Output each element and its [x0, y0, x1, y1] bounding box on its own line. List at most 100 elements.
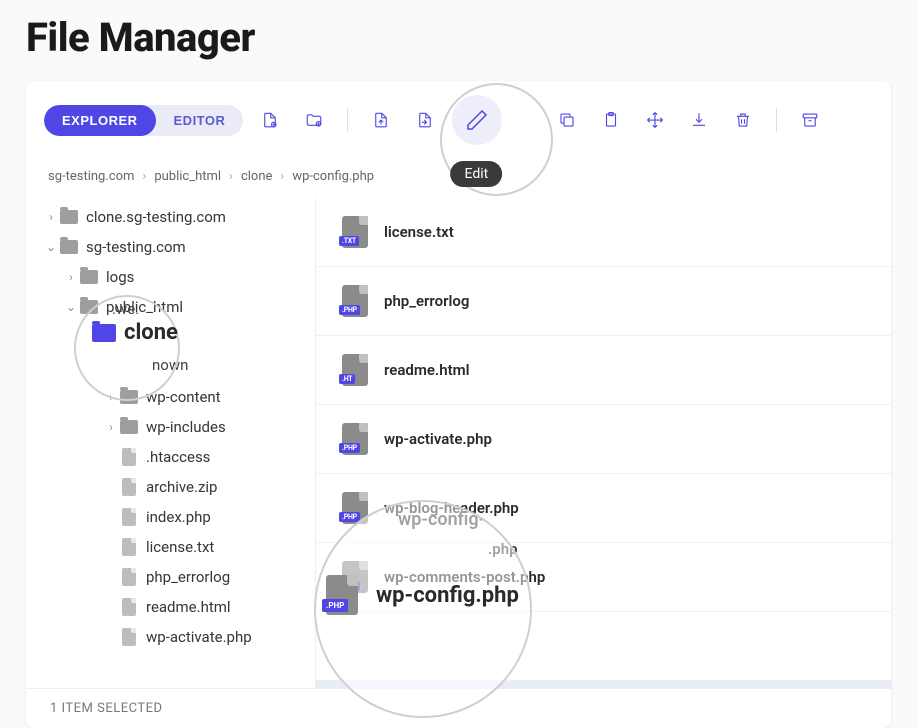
ext-badge: .PHP: [339, 443, 360, 453]
folder-tree: › clone.sg-testing.com ⌄ sg-testing.com › log…: [26, 198, 316, 688]
tree-file[interactable]: .htaccess: [26, 442, 315, 472]
content-area: › clone.sg-testing.com ⌄ sg-testing.com › log…: [26, 198, 891, 688]
breadcrumb-item[interactable]: sg-testing.com: [48, 169, 134, 184]
tab-explorer[interactable]: EXPLORER: [44, 105, 156, 136]
file-name: wp-activate.php: [384, 430, 492, 448]
file-icon: [118, 628, 140, 646]
tree-file[interactable]: php_errorlog: [26, 562, 315, 592]
tree-item-label: index.php: [146, 508, 211, 526]
tree-file[interactable]: index.php: [26, 502, 315, 532]
upload-file-button[interactable]: [364, 103, 398, 137]
tree-item-label: license.txt: [146, 538, 214, 556]
tree-folder[interactable]: ⌄ sg-testing.com: [26, 232, 315, 262]
new-file-button[interactable]: [253, 103, 287, 137]
status-bar: 1 ITEM SELECTED: [26, 688, 891, 728]
tree-folder[interactable]: › clone.sg-testing.com: [26, 202, 315, 232]
breadcrumb-item[interactable]: public_html: [154, 169, 221, 184]
obscured-text: .php: [488, 540, 518, 558]
tree-folder[interactable]: ⌄public_html: [26, 292, 315, 322]
tree-item-label: logs: [106, 268, 134, 286]
chevron-icon: ⌄: [44, 240, 58, 254]
delete-button[interactable]: [726, 103, 760, 137]
download-button[interactable]: [682, 103, 716, 137]
divider: [347, 108, 348, 132]
file-icon: .HT: [342, 354, 368, 386]
obscured-text: nown: [152, 356, 188, 374]
edit-button[interactable]: [452, 95, 502, 145]
toolbar: EXPLORER EDITOR Edit: [26, 81, 891, 159]
tree-folder[interactable]: › wp-content: [26, 382, 315, 412]
file-row[interactable]: .PHP wp-comments-post.php: [316, 543, 891, 612]
folder-icon: [118, 390, 140, 404]
tree-item-label: clone.sg-testing.com: [86, 208, 226, 226]
copy-button[interactable]: [550, 103, 584, 137]
chevron-icon: ›: [44, 210, 58, 224]
ext-badge: .HT: [339, 374, 355, 384]
ext-badge: .PHP: [339, 512, 360, 522]
folder-icon: [78, 270, 100, 284]
file-name: license.txt: [384, 223, 454, 241]
file-icon: [118, 448, 140, 466]
chevron-icon: ›: [104, 420, 118, 434]
breadcrumb-item[interactable]: wp-config.php: [292, 169, 374, 184]
tree-item-label: wp-includes: [146, 418, 226, 436]
file-manager-panel: EXPLORER EDITOR Edit sg-testing.com › pu…: [26, 81, 891, 728]
chevron-right-icon: ›: [280, 169, 284, 184]
file-icon: .TXT: [342, 216, 368, 248]
import-file-button[interactable]: [408, 103, 442, 137]
mode-switcher: EXPLORER EDITOR: [44, 105, 243, 136]
obscured-text: .we.: [112, 300, 139, 318]
file-row[interactable]: .HT readme.html: [316, 336, 891, 405]
tree-item-label: wp-content: [146, 388, 221, 406]
file-row[interactable]: .PHP php_errorlog: [316, 267, 891, 336]
tree-folder[interactable]: › logs: [26, 262, 315, 292]
tree-item-label: php_errorlog: [146, 568, 230, 586]
edit-tooltip: Edit: [451, 161, 503, 187]
folder-icon: [58, 240, 80, 254]
file-row[interactable]: .TXT license.txt: [316, 198, 891, 267]
ext-badge: .PHP: [339, 305, 360, 315]
ext-badge: .TXT: [339, 236, 359, 246]
tree-file[interactable]: readme.html: [26, 592, 315, 622]
file-icon: [118, 568, 140, 586]
new-folder-button[interactable]: [297, 103, 331, 137]
file-icon: [118, 508, 140, 526]
divider: [776, 108, 777, 132]
obscured-text: wp-config-: [398, 509, 485, 530]
tree-file[interactable]: license.txt: [26, 532, 315, 562]
file-row[interactable]: wp-config.php: [316, 681, 891, 688]
folder-icon: [118, 420, 140, 434]
file-icon: .PHP: [342, 492, 368, 524]
move-button[interactable]: [638, 103, 672, 137]
tree-item-label: readme.html: [146, 598, 231, 616]
page-title: File Manager: [0, 0, 917, 81]
chevron-right-icon: ›: [229, 169, 233, 184]
file-row[interactable]: .PHP wp-activate.php: [316, 405, 891, 474]
file-row[interactable]: wp-config-sample.php: [316, 612, 891, 681]
paste-button[interactable]: [594, 103, 628, 137]
tree-item-label: wp-activate.php: [146, 628, 252, 646]
file-icon: .PHP: [342, 423, 368, 455]
archive-button[interactable]: [793, 103, 827, 137]
file-list: .TXT license.txt .PHP php_errorlog .HT readme…: [316, 198, 891, 688]
file-name: readme.html: [384, 361, 470, 379]
chevron-icon: ›: [64, 270, 78, 284]
tree-file[interactable]: wp-activate.php: [26, 622, 315, 652]
file-icon: [118, 538, 140, 556]
tree-folder[interactable]: › wp-includes: [26, 412, 315, 442]
file-icon: [118, 598, 140, 616]
tab-editor[interactable]: EDITOR: [156, 105, 244, 136]
file-name: php_errorlog: [384, 292, 469, 310]
tree-item-label: archive.zip: [146, 478, 217, 496]
file-icon: .PHP: [342, 285, 368, 317]
tree-item-label: sg-testing.com: [86, 238, 186, 256]
tree-file[interactable]: archive.zip: [26, 472, 315, 502]
chevron-icon: ⌄: [64, 300, 78, 314]
edit-callout: Edit: [452, 95, 502, 145]
file-name: wp-comments-post.php: [384, 568, 545, 586]
folder-icon: [78, 300, 100, 314]
breadcrumb-item[interactable]: clone: [241, 169, 272, 184]
file-icon: .PHP: [342, 561, 368, 593]
chevron-icon: ›: [104, 390, 118, 404]
chevron-right-icon: ›: [142, 169, 146, 184]
